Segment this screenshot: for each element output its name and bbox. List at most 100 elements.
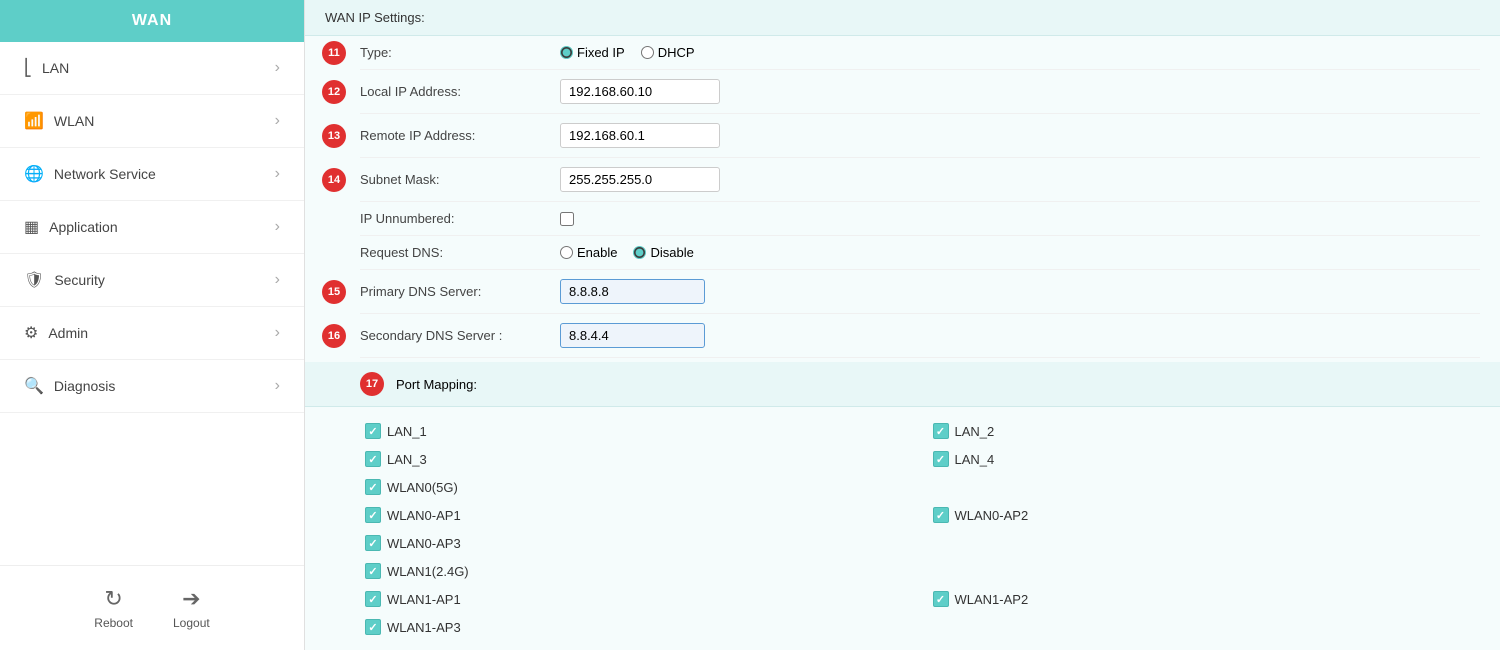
port-wlan0-ap1: WLAN0-AP1 bbox=[365, 507, 913, 523]
logout-button[interactable]: ➔ Logout bbox=[173, 586, 210, 630]
port-wlan1-ap1: WLAN1-AP1 bbox=[365, 591, 913, 607]
wlan0ap3-checkbox[interactable] bbox=[365, 535, 381, 551]
remote-ip-label: Remote IP Address: bbox=[360, 128, 560, 143]
lan3-label: LAN_3 bbox=[387, 452, 427, 467]
reboot-button[interactable]: ↻ Reboot bbox=[94, 586, 133, 630]
chevron-right-icon: › bbox=[275, 377, 280, 395]
local-ip-input[interactable] bbox=[560, 79, 720, 104]
port-row-8: WLAN1-AP3 bbox=[365, 613, 1480, 641]
sidebar-item-security[interactable]: 🛡 Security › bbox=[0, 254, 304, 307]
port-row-3: WLAN0(5G) bbox=[365, 473, 1480, 501]
port-row-4: WLAN0-AP1 WLAN0-AP2 bbox=[365, 501, 1480, 529]
port-row-1: LAN_1 LAN_2 bbox=[365, 417, 1480, 445]
sidebar-wan-title[interactable]: WAN bbox=[0, 0, 304, 42]
wlan05g-checkbox[interactable] bbox=[365, 479, 381, 495]
wlan0ap1-checkbox[interactable] bbox=[365, 507, 381, 523]
application-icon: ▦ bbox=[24, 217, 39, 237]
remote-ip-row: 13 Remote IP Address: bbox=[360, 114, 1480, 158]
lan1-checkbox[interactable] bbox=[365, 423, 381, 439]
wlan0ap2-checkbox[interactable] bbox=[933, 507, 949, 523]
step-14-badge: 14 bbox=[322, 168, 346, 192]
sidebar-item-application[interactable]: ▦ Application › bbox=[0, 201, 304, 254]
dns-disable-radio[interactable] bbox=[633, 246, 646, 259]
port-empty-1 bbox=[933, 479, 1481, 495]
step-12-badge: 12 bbox=[322, 80, 346, 104]
sidebar-item-network-service[interactable]: 🌐 Network Service › bbox=[0, 148, 304, 201]
sidebar-item-diagnosis[interactable]: 🔍 Diagnosis › bbox=[0, 360, 304, 413]
port-wlan05g: WLAN0(5G) bbox=[365, 479, 913, 495]
local-ip-value bbox=[560, 79, 1480, 104]
ip-unnumbered-label: IP Unnumbered: bbox=[360, 211, 560, 226]
ip-unnumbered-value bbox=[560, 212, 1480, 226]
port-wlan0-ap3: WLAN0-AP3 bbox=[365, 535, 913, 551]
fixed-ip-label: Fixed IP bbox=[577, 45, 625, 60]
port-empty-2 bbox=[933, 535, 1481, 551]
wlan1ap2-checkbox[interactable] bbox=[933, 591, 949, 607]
chevron-right-icon: › bbox=[275, 271, 280, 289]
sidebar-item-wlan[interactable]: 📶 WLAN › bbox=[0, 95, 304, 148]
chevron-right-icon: › bbox=[275, 59, 280, 77]
remote-ip-input[interactable] bbox=[560, 123, 720, 148]
port-mapping-label: Port Mapping: bbox=[396, 377, 477, 392]
sidebar-item-lan[interactable]: ⎣ LAN › bbox=[0, 42, 304, 95]
fixed-ip-option[interactable]: Fixed IP bbox=[560, 45, 625, 60]
port-wlan0-ap2: WLAN0-AP2 bbox=[933, 507, 1481, 523]
remote-ip-value bbox=[560, 123, 1480, 148]
lan2-label: LAN_2 bbox=[955, 424, 995, 439]
port-wlan1-ap3: WLAN1-AP3 bbox=[365, 619, 913, 635]
wlan1-ap3-label: WLAN1-AP3 bbox=[387, 620, 461, 635]
sidebar-item-label-lan: LAN bbox=[42, 60, 69, 76]
primary-dns-input[interactable] bbox=[560, 279, 705, 304]
step-17-badge: 17 bbox=[360, 372, 384, 396]
port-empty-4 bbox=[933, 619, 1481, 635]
step-11-badge: 11 bbox=[322, 41, 346, 65]
wlan1ap3-checkbox[interactable] bbox=[365, 619, 381, 635]
step-15-badge: 15 bbox=[322, 280, 346, 304]
sidebar-item-label-admin: Admin bbox=[48, 325, 88, 341]
wan-ip-settings-header: WAN IP Settings: bbox=[305, 0, 1500, 36]
dns-enable-radio[interactable] bbox=[560, 246, 573, 259]
logout-label: Logout bbox=[173, 616, 210, 630]
sidebar-item-label-diagnosis: Diagnosis bbox=[54, 378, 115, 394]
secondary-dns-input[interactable] bbox=[560, 323, 705, 348]
shield-icon: 🛡 bbox=[24, 270, 44, 290]
lan4-label: LAN_4 bbox=[955, 452, 995, 467]
type-value: Fixed IP DHCP bbox=[560, 45, 1480, 60]
wlan124g-checkbox[interactable] bbox=[365, 563, 381, 579]
dns-disable-label: Disable bbox=[650, 245, 693, 260]
secondary-dns-value bbox=[560, 323, 1480, 348]
lan2-checkbox[interactable] bbox=[933, 423, 949, 439]
dns-disable-option[interactable]: Disable bbox=[633, 245, 693, 260]
wlan1ap1-checkbox[interactable] bbox=[365, 591, 381, 607]
logout-icon: ➔ bbox=[182, 586, 200, 612]
lan3-checkbox[interactable] bbox=[365, 451, 381, 467]
subnet-mask-input[interactable] bbox=[560, 167, 720, 192]
lan4-checkbox[interactable] bbox=[933, 451, 949, 467]
fixed-ip-radio[interactable] bbox=[560, 46, 573, 59]
wlan0-ap2-label: WLAN0-AP2 bbox=[955, 508, 1029, 523]
gear-icon: ⚙ bbox=[24, 323, 38, 343]
lan-icon: ⎣ bbox=[24, 58, 32, 78]
dhcp-radio[interactable] bbox=[641, 46, 654, 59]
main-content: WAN IP Settings: 11 Type: Fixed IP DHCP … bbox=[305, 0, 1500, 650]
type-row: 11 Type: Fixed IP DHCP bbox=[360, 36, 1480, 70]
dns-enable-option[interactable]: Enable bbox=[560, 245, 617, 260]
dhcp-option[interactable]: DHCP bbox=[641, 45, 695, 60]
port-empty-3 bbox=[933, 563, 1481, 579]
ip-unnumbered-row: IP Unnumbered: bbox=[360, 202, 1480, 236]
wlan0-ap3-label: WLAN0-AP3 bbox=[387, 536, 461, 551]
sidebar-item-label-network-service: Network Service bbox=[54, 166, 156, 182]
ip-unnumbered-checkbox[interactable] bbox=[560, 212, 574, 226]
lan1-label: LAN_1 bbox=[387, 424, 427, 439]
sidebar-item-admin[interactable]: ⚙ Admin › bbox=[0, 307, 304, 360]
port-row-2: LAN_3 LAN_4 bbox=[365, 445, 1480, 473]
reboot-label: Reboot bbox=[94, 616, 133, 630]
step-16-badge: 16 bbox=[322, 324, 346, 348]
port-mapping-header: 17 Port Mapping: bbox=[305, 362, 1500, 407]
form-container: 11 Type: Fixed IP DHCP 12 Local IP Addre… bbox=[305, 36, 1500, 358]
port-wlan1-ap2: WLAN1-AP2 bbox=[933, 591, 1481, 607]
request-dns-row: Request DNS: Enable Disable bbox=[360, 236, 1480, 270]
wlan-icon: 📶 bbox=[24, 111, 44, 131]
chevron-right-icon: › bbox=[275, 218, 280, 236]
subnet-mask-label: Subnet Mask: bbox=[360, 172, 560, 187]
